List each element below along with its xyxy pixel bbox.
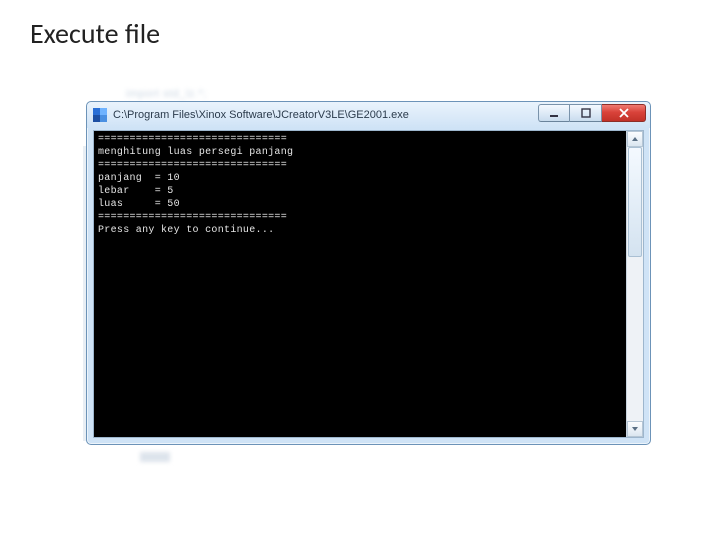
background-ghost-block <box>140 452 170 462</box>
window-title: C:\Program Files\Xinox Software\JCreator… <box>113 109 409 121</box>
minimize-button[interactable] <box>538 104 570 122</box>
maximize-button[interactable] <box>570 104 602 122</box>
window-client-area: ============================== menghitun… <box>93 130 644 438</box>
console-output[interactable]: ============================== menghitun… <box>94 131 626 437</box>
window-controls <box>538 104 646 122</box>
scroll-thumb[interactable] <box>628 147 642 257</box>
slide-title: Execute file <box>30 16 160 51</box>
scroll-track[interactable] <box>627 147 643 421</box>
titlebar[interactable]: C:\Program Files\Xinox Software\JCreator… <box>87 102 650 128</box>
scroll-down-button[interactable] <box>627 421 643 437</box>
app-icon <box>93 108 107 122</box>
background-ghost-text: import std_lz.*; <box>126 88 207 100</box>
scroll-up-button[interactable] <box>627 131 643 147</box>
close-button[interactable] <box>602 104 646 122</box>
console-window: C:\Program Files\Xinox Software\JCreator… <box>86 101 651 445</box>
vertical-scrollbar[interactable] <box>626 131 643 437</box>
